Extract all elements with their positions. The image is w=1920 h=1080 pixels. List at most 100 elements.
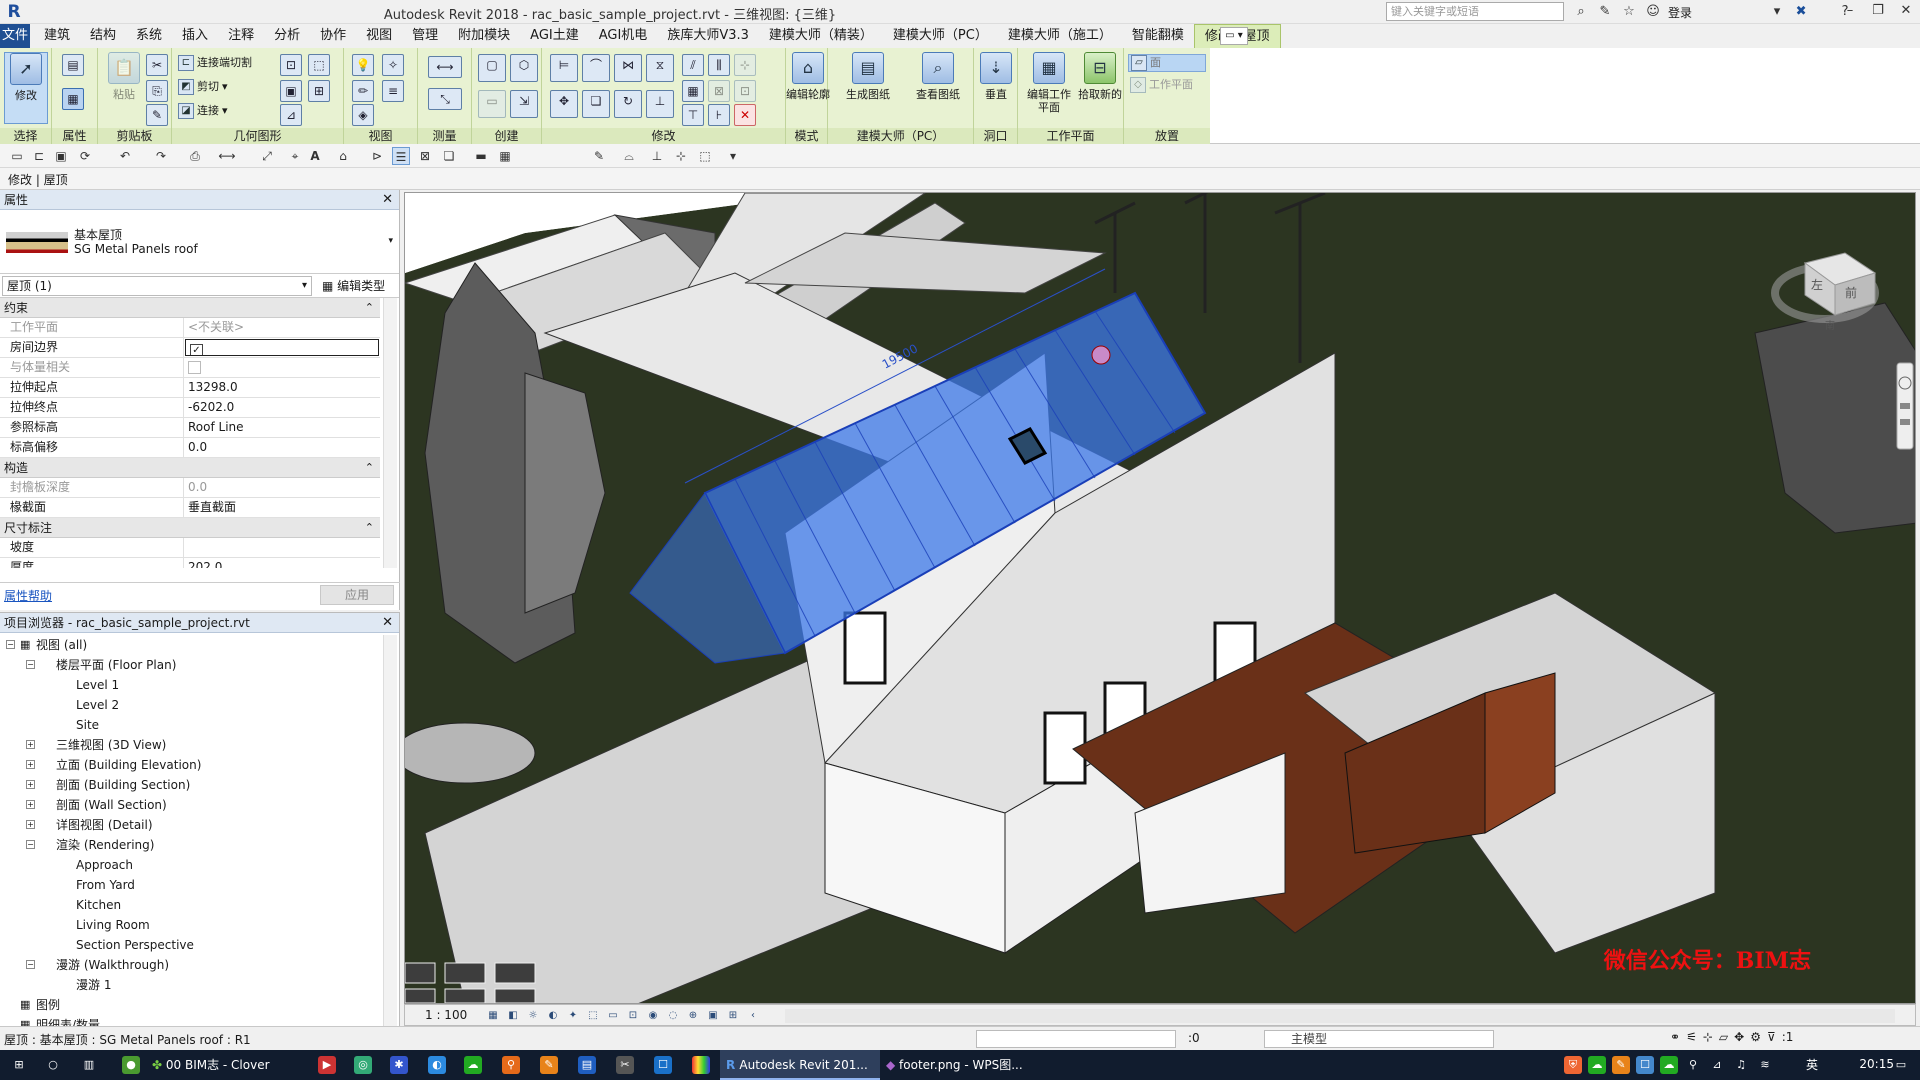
- tab-13[interactable]: 建模大师（精装）: [759, 24, 883, 48]
- section-icon[interactable]: ⊳: [368, 147, 386, 165]
- customize-dropdown-icon[interactable]: ▾: [724, 147, 742, 165]
- collapse-icon[interactable]: −: [26, 840, 35, 849]
- expand-icon[interactable]: +: [26, 780, 35, 789]
- minimize-button[interactable]: –: [1836, 0, 1864, 22]
- shadows-icon[interactable]: ◐: [545, 1008, 561, 1024]
- tray-icon[interactable]: ⚲: [1684, 1056, 1702, 1074]
- type-properties-icon[interactable]: ▦: [62, 88, 84, 110]
- create-similar-icon[interactable]: ⇲: [510, 90, 538, 118]
- tab-4[interactable]: 注释: [218, 24, 264, 48]
- cut-geometry-button[interactable]: ◩ 剪切 ▾: [178, 78, 228, 96]
- tab-2[interactable]: 系统: [126, 24, 172, 48]
- app-icon[interactable]: ✱: [390, 1056, 408, 1074]
- tab-16[interactable]: 智能翻模: [1122, 24, 1194, 48]
- render-icon[interactable]: ✦: [565, 1008, 581, 1024]
- modify-button[interactable]: ➚ 修改: [4, 52, 48, 124]
- mirror-axis-icon[interactable]: ⋈: [614, 54, 642, 82]
- text-icon[interactable]: A: [306, 147, 324, 165]
- property-checkbox[interactable]: ✓: [190, 344, 203, 355]
- browser-node[interactable]: Site: [0, 715, 382, 735]
- chevron-down-icon[interactable]: ▾: [1768, 3, 1786, 21]
- tab-7[interactable]: 视图: [356, 24, 402, 48]
- unpin-icon[interactable]: ⊡: [734, 80, 756, 102]
- generate-drawing-button[interactable]: ▤ 生成图纸: [838, 52, 898, 124]
- join-cut-button[interactable]: ⊏ 连接端切割: [178, 54, 252, 72]
- crop-view-icon[interactable]: ⬚: [585, 1008, 601, 1024]
- close-button[interactable]: ✕: [1892, 0, 1920, 22]
- tag-icon[interactable]: ⌖: [286, 147, 304, 165]
- browser-node[interactable]: Living Room: [0, 915, 382, 935]
- tab-15[interactable]: 建模大师（施工）: [998, 24, 1122, 48]
- user-icon[interactable]: ☺: [1644, 3, 1662, 21]
- filter-quick-icon[interactable]: ⌓: [620, 147, 638, 165]
- app-icon[interactable]: ▤: [578, 1056, 596, 1074]
- lock-view-icon[interactable]: ⊡: [625, 1008, 641, 1024]
- browser-node[interactable]: + 三维视图 (3D View): [0, 735, 382, 755]
- edit-footprint-button[interactable]: ⌂ 编辑轮廓: [786, 52, 830, 124]
- hide-element-icon[interactable]: ≡: [382, 80, 404, 102]
- view-drawing-button[interactable]: ⌕ 查看图纸: [908, 52, 968, 124]
- detail-level-icon[interactable]: ▦: [485, 1008, 501, 1024]
- open-folder-icon[interactable]: ⊏: [30, 147, 48, 165]
- thin-lines-icon[interactable]: ☰: [392, 147, 410, 165]
- app-icon[interactable]: ▶: [318, 1056, 336, 1074]
- trim-multi-icon[interactable]: ⊦: [708, 104, 730, 126]
- file-tab[interactable]: 文件: [0, 24, 30, 48]
- create-assembly-icon[interactable]: ▢: [478, 54, 506, 82]
- 3d-model-view[interactable]: 19500 左 前 南: [405, 193, 1916, 1004]
- highlight-icon[interactable]: ▣: [705, 1008, 721, 1024]
- browser-node[interactable]: Level 1: [0, 675, 382, 695]
- tab-12[interactable]: 族库大师V3.3: [657, 24, 759, 48]
- property-value[interactable]: -6202.0: [184, 398, 380, 417]
- binoculars-icon[interactable]: ⌕: [1572, 3, 1590, 21]
- expand-icon[interactable]: +: [26, 820, 35, 829]
- split-face-icon[interactable]: ⬚: [308, 54, 330, 76]
- app-icon[interactable]: ☐: [654, 1056, 672, 1074]
- constraints-icon[interactable]: ⊞: [725, 1008, 741, 1024]
- network-icon[interactable]: ⊿: [1708, 1056, 1726, 1074]
- design-option-select[interactable]: 主模型: [1264, 1030, 1494, 1048]
- taskbar-clock[interactable]: 20:15: [1859, 1057, 1894, 1071]
- tray-icon[interactable]: ☁: [1588, 1056, 1606, 1074]
- linework-icon[interactable]: ✏: [352, 80, 374, 102]
- volume-icon[interactable]: ♫: [1732, 1056, 1750, 1074]
- property-value[interactable]: 0.0: [184, 438, 380, 457]
- browser-node[interactable]: Level 2: [0, 695, 382, 715]
- login-button[interactable]: 登录: [1668, 4, 1692, 21]
- copy-elements-icon[interactable]: ❏: [582, 90, 610, 118]
- trim-extend-icon[interactable]: ⊥: [646, 90, 674, 118]
- browser-node[interactable]: ▦ 图例: [0, 995, 382, 1015]
- temp-hide-icon[interactable]: ◉: [645, 1008, 661, 1024]
- join-geometry-button[interactable]: ◪ 连接 ▾: [178, 102, 228, 120]
- delete-icon[interactable]: ✕: [734, 104, 756, 126]
- star-icon[interactable]: ☆: [1620, 3, 1638, 21]
- wifi-icon[interactable]: ≋: [1756, 1056, 1774, 1074]
- 3d-view-icon[interactable]: ⌂: [334, 147, 352, 165]
- tray-icon[interactable]: ✎: [1612, 1056, 1630, 1074]
- sync-icon[interactable]: ⟳: [76, 147, 94, 165]
- select-links-icon[interactable]: ⚭: [1670, 1030, 1680, 1044]
- drag-handle[interactable]: [1091, 345, 1111, 365]
- property-value[interactable]: ✓: [185, 339, 379, 356]
- dimension-quick-icon[interactable]: ⤢: [258, 147, 276, 165]
- cube-icon[interactable]: ◈: [352, 104, 374, 126]
- browser-node[interactable]: Kitchen: [0, 895, 382, 915]
- measure-distance-icon[interactable]: ⟷: [428, 56, 462, 78]
- move-icon[interactable]: ✥: [550, 90, 578, 118]
- browser-node[interactable]: + 剖面 (Wall Section): [0, 795, 382, 815]
- 3d-viewport[interactable]: 19500 左 前 南 微信公众号：BIM志: [404, 192, 1916, 1004]
- expand-icon[interactable]: +: [26, 740, 35, 749]
- browser-node[interactable]: 漫游 1: [0, 975, 382, 995]
- wall-joins-icon[interactable]: ⊡: [280, 54, 302, 76]
- property-value[interactable]: Roof Line: [184, 418, 380, 437]
- browser-node[interactable]: + 详图视图 (Detail): [0, 815, 382, 835]
- property-value[interactable]: [184, 538, 380, 557]
- taskbar-item-clover[interactable]: ✤ 00 BIM志 - Clover: [152, 1050, 312, 1080]
- exchange-icon[interactable]: ✖: [1792, 3, 1810, 21]
- tab-11[interactable]: AGI机电: [589, 24, 658, 48]
- property-value[interactable]: 13298.0: [184, 378, 380, 397]
- properties-scrollbar[interactable]: [383, 298, 397, 568]
- analysis-icon[interactable]: ⊕: [685, 1008, 701, 1024]
- apply-button[interactable]: 应用: [320, 585, 394, 605]
- aligned-dimension-icon[interactable]: ⤡: [428, 88, 462, 110]
